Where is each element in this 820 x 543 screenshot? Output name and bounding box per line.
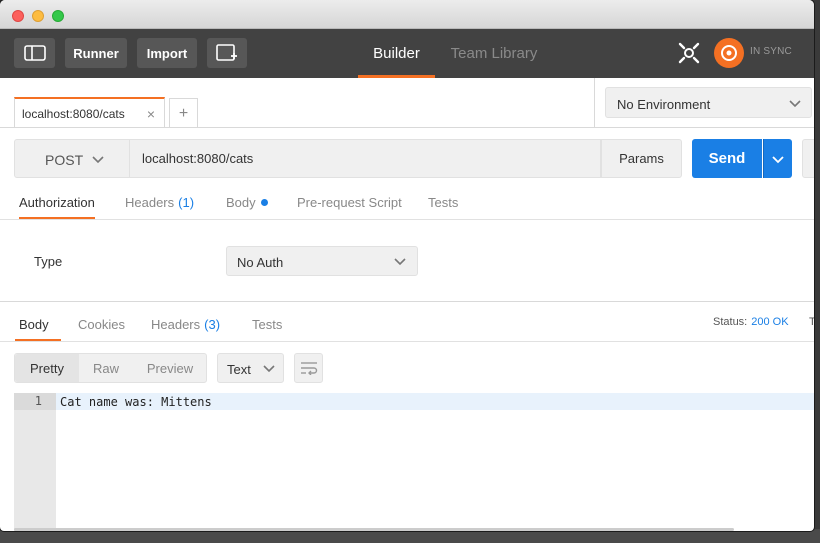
response-headers-count: (3) <box>204 317 221 332</box>
response-tab-cookies[interactable]: Cookies <box>78 308 125 341</box>
toggle-sidebar-button[interactable] <box>14 38 55 68</box>
response-tab-headers-label: Headers <box>151 317 201 332</box>
headers-count: (1) <box>178 195 195 210</box>
new-window-button[interactable] <box>207 38 247 68</box>
view-mode-group: Pretty Raw Preview <box>14 353 207 383</box>
status-value: 200 OK <box>751 316 789 328</box>
auth-type-label: Type <box>34 254 63 269</box>
response-tab-body[interactable]: Body <box>15 308 61 341</box>
chevron-down-icon <box>91 152 105 166</box>
request-tab-label: localhost:8080/cats <box>22 107 125 121</box>
chevron-down-icon <box>262 361 276 375</box>
app-window: Runner Import Builder Team Library IN SY… <box>0 0 814 531</box>
chevron-down-icon <box>393 254 407 268</box>
tab-team-library[interactable]: Team Library <box>449 29 539 78</box>
status-label: Status: <box>713 316 748 328</box>
desktop-background-bottom <box>0 529 820 543</box>
import-button[interactable]: Import <box>137 38 197 68</box>
divider <box>0 219 814 220</box>
response-tab-headers[interactable]: Headers (3) <box>151 308 220 341</box>
divider <box>0 341 814 342</box>
tab-authorization[interactable]: Authorization <box>19 186 95 219</box>
line-number: 1 <box>34 394 42 408</box>
interceptor-icon[interactable] <box>676 40 702 66</box>
environment-select[interactable]: No Environment <box>605 87 812 118</box>
tab-prerequest-script[interactable]: Pre-request Script <box>297 186 402 219</box>
params-button[interactable]: Params <box>601 139 682 178</box>
tab-body-label: Body <box>226 195 256 210</box>
sync-status-label: IN SYNC <box>750 46 792 57</box>
add-tab-button[interactable]: + <box>169 98 198 128</box>
horizontal-scrollbar[interactable] <box>14 528 734 531</box>
pretty-view-button[interactable]: Pretty <box>15 354 79 382</box>
wrap-lines-icon <box>300 362 317 375</box>
method-select[interactable]: POST <box>14 139 130 178</box>
auth-type-value: No Auth <box>237 255 284 270</box>
tabs-divider <box>0 127 594 128</box>
wrap-lines-button[interactable] <box>294 353 323 383</box>
response-body-text[interactable]: Cat name was: Mittens <box>60 395 212 409</box>
send-button[interactable]: Send <box>692 139 762 178</box>
tab-builder[interactable]: Builder <box>358 29 435 78</box>
format-select-label: Text <box>227 362 251 377</box>
send-options-button[interactable] <box>763 139 792 178</box>
divider <box>0 301 814 302</box>
close-tab-icon[interactable]: × <box>147 106 155 122</box>
auth-type-select[interactable]: No Auth <box>226 246 418 276</box>
tab-headers[interactable]: Headers (1) <box>125 186 194 219</box>
response-time-label: T <box>809 316 814 328</box>
code-gutter <box>14 393 56 531</box>
chevron-down-icon <box>788 96 802 110</box>
raw-view-button[interactable]: Raw <box>79 354 133 382</box>
zoom-window-button[interactable] <box>52 10 64 22</box>
environment-select-label: No Environment <box>617 97 711 112</box>
runner-button[interactable]: Runner <box>65 38 127 68</box>
title-bar <box>0 0 814 29</box>
preview-view-button[interactable]: Preview <box>133 354 207 382</box>
response-tab-tests[interactable]: Tests <box>252 308 282 341</box>
tab-headers-label: Headers <box>125 195 175 210</box>
new-window-icon <box>216 44 237 61</box>
url-input[interactable]: localhost:8080/cats <box>130 139 601 178</box>
method-label: POST <box>45 152 84 168</box>
minimize-window-button[interactable] <box>32 10 44 22</box>
tab-tests[interactable]: Tests <box>428 186 458 219</box>
request-tab[interactable]: localhost:8080/cats × <box>14 97 165 128</box>
response-status: Status: 200 OK <box>713 316 789 328</box>
close-window-button[interactable] <box>12 10 24 22</box>
tab-body[interactable]: Body <box>226 186 268 219</box>
chevron-down-icon <box>772 155 784 163</box>
sidebar-icon <box>23 45 46 61</box>
format-select[interactable]: Text <box>217 353 284 383</box>
body-indicator-dot <box>260 199 268 206</box>
save-button[interactable] <box>802 139 814 178</box>
sync-status-icon[interactable] <box>714 38 744 68</box>
